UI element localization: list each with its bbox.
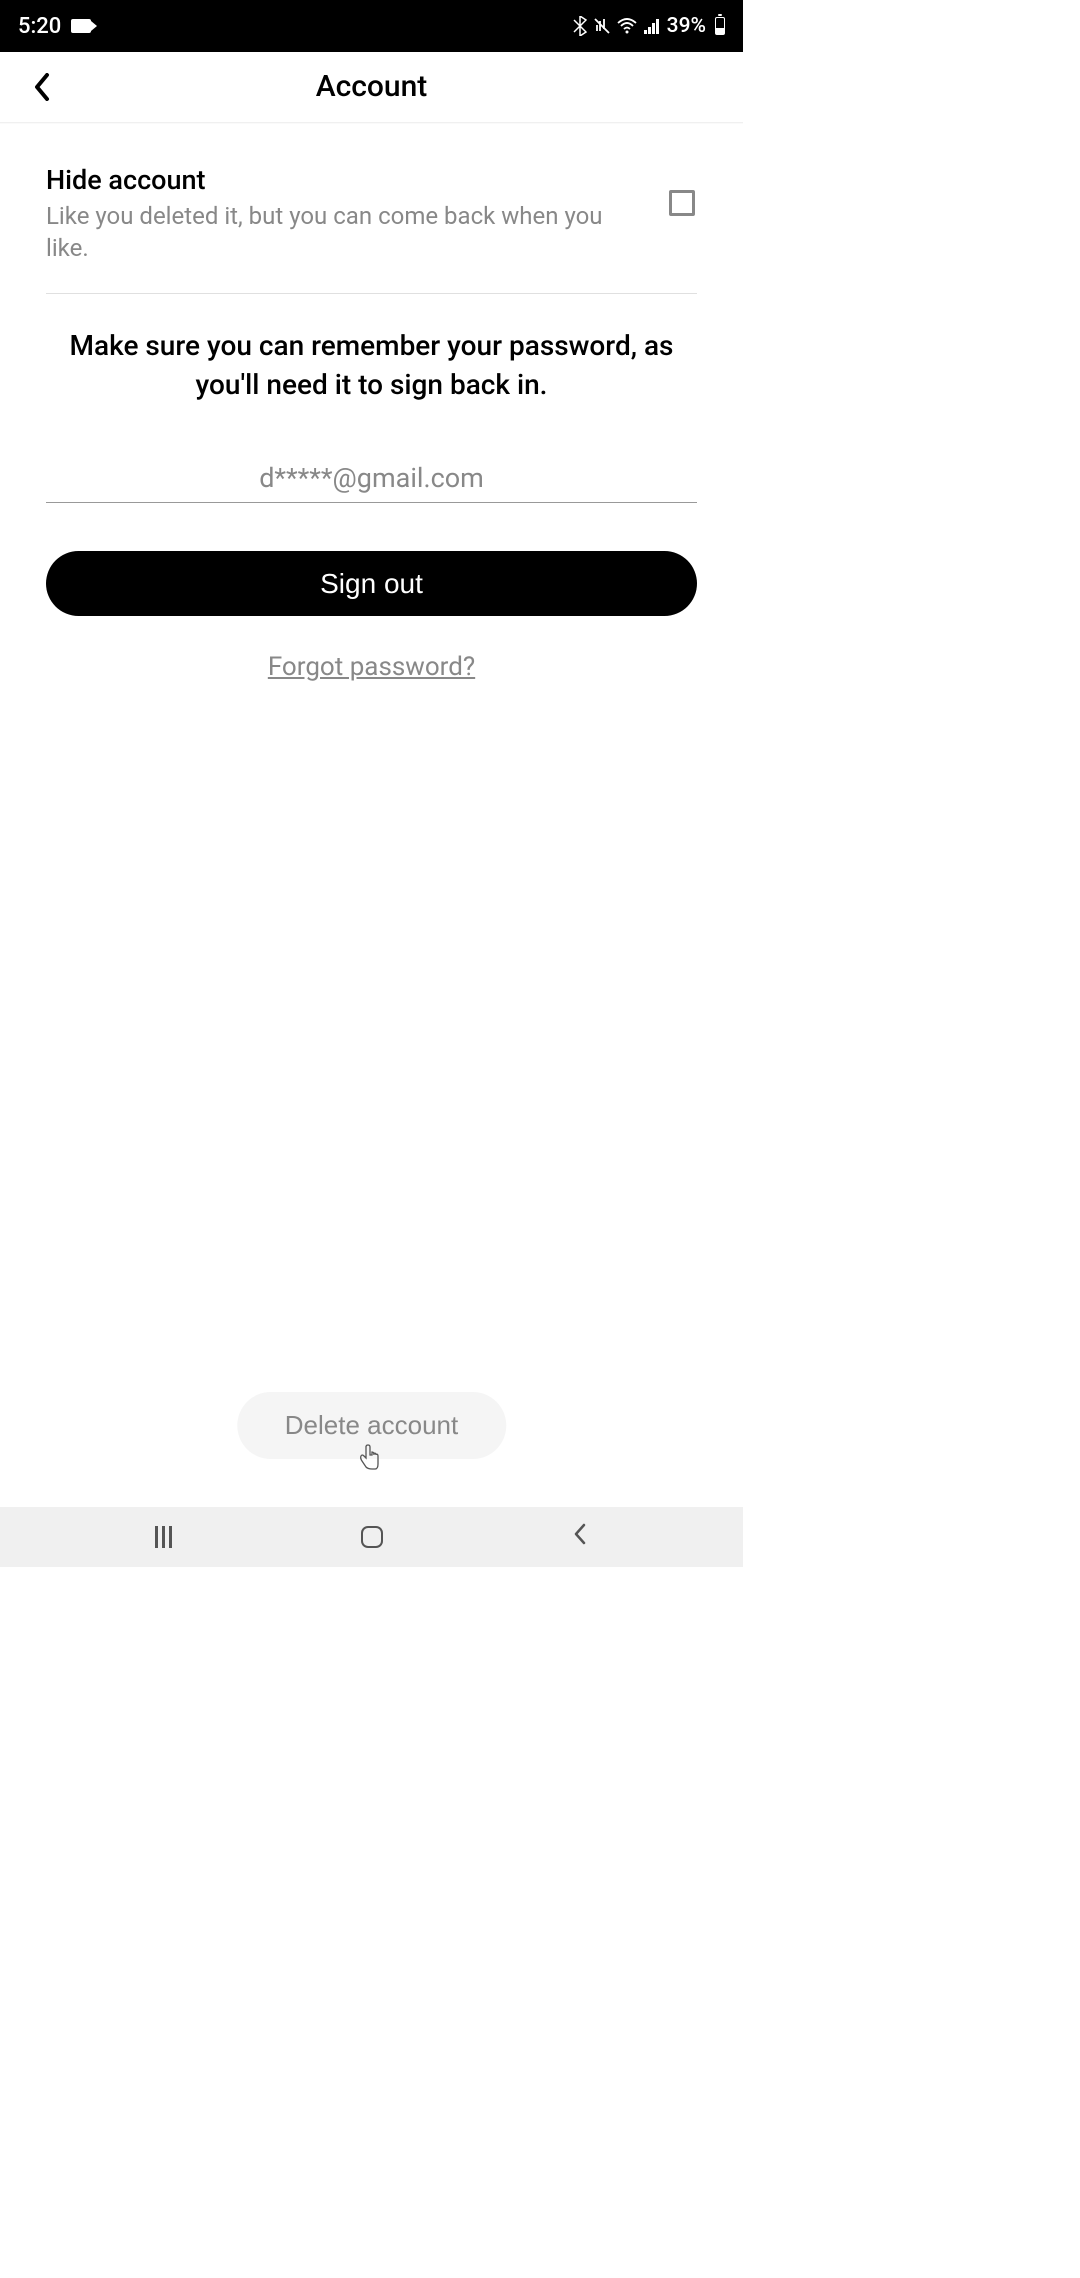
hide-account-description: Like you deleted it, but you can come ba…: [46, 200, 649, 265]
vibrate-icon: [593, 17, 611, 35]
hide-account-checkbox[interactable]: [669, 190, 695, 216]
nav-home-button[interactable]: [361, 1526, 383, 1548]
sign-out-button[interactable]: Sign out: [46, 551, 697, 616]
hide-account-row[interactable]: Hide account Like you deleted it, but yo…: [46, 164, 697, 294]
nav-back-button[interactable]: [572, 1522, 588, 1553]
hide-account-text: Hide account Like you deleted it, but yo…: [46, 164, 669, 265]
bluetooth-icon: [573, 16, 587, 36]
wifi-icon: [617, 18, 637, 34]
delete-account-button[interactable]: Delete account: [237, 1392, 506, 1459]
signal-icon: [643, 18, 661, 34]
password-reminder-text: Make sure you can remember your password…: [46, 326, 697, 404]
navigation-bar: [0, 1507, 743, 1567]
email-field[interactable]: d*****@gmail.com: [46, 462, 697, 503]
status-time: 5:20: [18, 14, 61, 39]
back-button[interactable]: [22, 67, 62, 107]
forgot-password-link[interactable]: Forgot password?: [46, 652, 697, 682]
app-header: Account: [0, 52, 743, 122]
status-bar: 5:20 39%: [0, 0, 743, 52]
hide-account-title: Hide account: [46, 164, 649, 196]
page-title: Account: [0, 69, 743, 104]
status-bar-left: 5:20: [18, 14, 91, 39]
status-bar-right: 39%: [573, 14, 725, 38]
nav-recent-button[interactable]: [155, 1526, 172, 1548]
battery-percentage: 39%: [667, 14, 706, 38]
content-area: Hide account Like you deleted it, but yo…: [0, 124, 743, 682]
battery-icon: [715, 17, 725, 35]
camera-recording-icon: [71, 19, 91, 33]
